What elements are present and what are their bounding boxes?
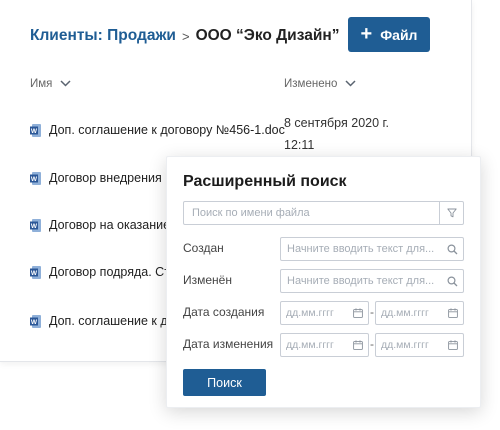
svg-text:W: W <box>31 128 38 135</box>
file-name: Договор внедрения К-0 <box>49 171 184 185</box>
chevron-down-icon <box>60 78 71 90</box>
word-icon: W <box>30 123 41 137</box>
filter-icon[interactable] <box>439 202 463 224</box>
calendar-icon[interactable] <box>348 308 368 318</box>
search-icon[interactable] <box>441 275 463 287</box>
modified-input[interactable] <box>281 275 441 287</box>
word-icon: W <box>30 265 41 279</box>
modified-date-from-input[interactable] <box>281 339 348 351</box>
word-icon: W <box>30 314 41 328</box>
search-button[interactable]: Поиск <box>183 369 266 396</box>
search-icon[interactable] <box>441 243 463 255</box>
modified-cell: 8 сентября 2020 г. 12:11 <box>284 112 389 156</box>
column-name-label: Имя <box>30 78 53 90</box>
created-field <box>280 237 464 261</box>
breadcrumb: Клиенты: Продажи > ООО “Эко Дизайн” <box>30 22 362 50</box>
add-file-label: Файл <box>380 26 418 43</box>
svg-text:W: W <box>31 270 38 277</box>
add-file-button[interactable]: + Файл <box>348 17 430 52</box>
created-input[interactable] <box>281 243 441 255</box>
list-item[interactable]: W Договор на оказание ус <box>30 218 186 232</box>
breadcrumb-parent-link[interactable]: Клиенты: Продажи <box>30 27 176 45</box>
svg-text:W: W <box>31 223 38 230</box>
calendar-icon[interactable] <box>348 340 368 350</box>
list-item[interactable]: W Договор подряда. Стро <box>30 265 184 279</box>
range-dash: - <box>370 337 374 351</box>
created-label: Создан <box>183 241 224 255</box>
advanced-search-panel: Расширенный поиск Создан Изменён Дата со… <box>166 156 481 408</box>
modified-date-from-field <box>280 333 369 357</box>
list-item[interactable]: W Договор внедрения К-0 <box>30 171 184 185</box>
range-dash: - <box>370 305 374 319</box>
created-date-to-field <box>375 301 464 325</box>
word-icon: W <box>30 218 41 232</box>
svg-text:W: W <box>31 176 38 183</box>
breadcrumb-separator: > <box>181 28 190 44</box>
calendar-icon[interactable] <box>443 308 463 318</box>
filename-search-field <box>183 201 464 225</box>
created-date-from-field <box>280 301 369 325</box>
modified-label: Изменён <box>183 273 232 287</box>
panel-title: Расширенный поиск <box>183 173 347 190</box>
calendar-icon[interactable] <box>443 340 463 350</box>
svg-text:W: W <box>31 319 38 326</box>
file-name: Договор подряда. Стро <box>49 265 184 279</box>
chevron-down-icon <box>345 78 356 90</box>
word-icon: W <box>30 171 41 185</box>
created-date-label: Дата создания <box>183 305 265 319</box>
filename-search-input[interactable] <box>184 202 439 224</box>
plus-icon: + <box>360 22 373 45</box>
column-header-name[interactable]: Имя <box>30 78 71 90</box>
breadcrumb-current: ООО “Эко Дизайн” <box>195 27 340 44</box>
modified-date-label: Дата изменения <box>183 337 274 351</box>
file-name: Доп. соглашение к договору №456-1.doc <box>49 123 285 137</box>
modified-date-to-input[interactable] <box>376 339 443 351</box>
modified-date: 8 сентября 2020 г. <box>284 116 390 130</box>
column-header-modified[interactable]: Изменено <box>284 78 356 90</box>
list-item[interactable]: W Доп. соглашение к договору №456-1.doc <box>30 123 285 137</box>
modified-field <box>280 269 464 293</box>
modified-date-to-field <box>375 333 464 357</box>
created-date-from-input[interactable] <box>281 307 348 319</box>
column-modified-label: Изменено <box>284 78 338 90</box>
modified-time: 12:11 <box>284 138 315 152</box>
created-date-to-input[interactable] <box>376 307 443 319</box>
